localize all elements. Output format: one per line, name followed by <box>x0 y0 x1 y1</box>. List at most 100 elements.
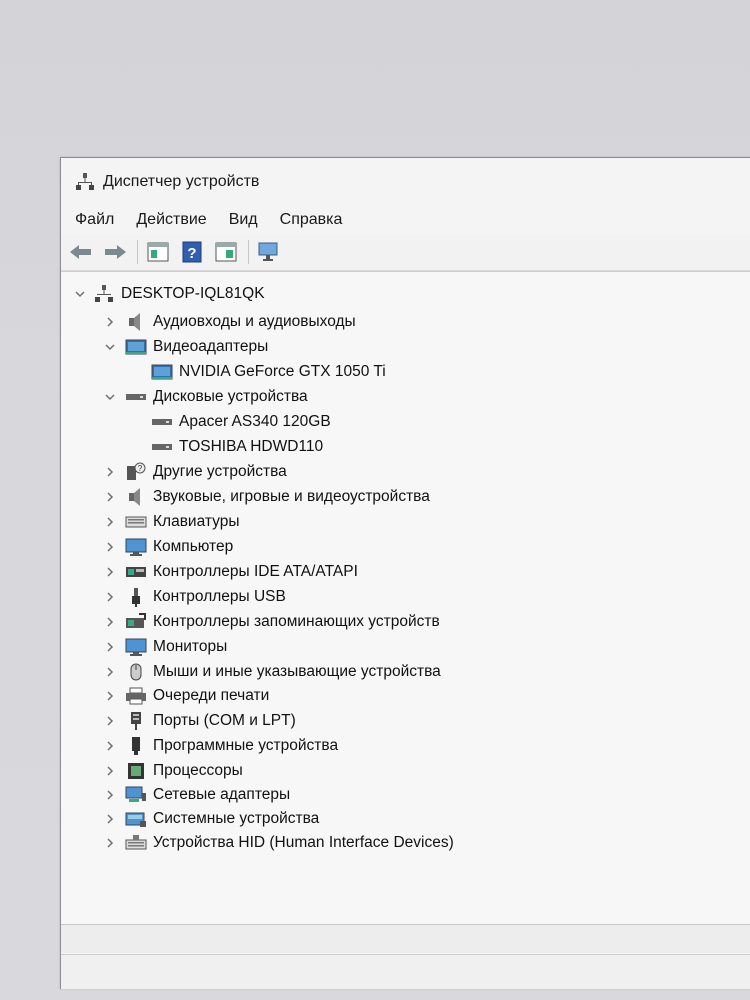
chevron-right-icon[interactable] <box>103 665 117 679</box>
tree-item-label: Клавиатуры <box>153 513 240 530</box>
tree-item-hid[interactable]: Устройства HID (Human Interface Devices) <box>103 831 454 855</box>
tree-item-display-adapters[interactable]: Видеоадаптеры <box>103 335 268 359</box>
tree-child-label: NVIDIA GeForce GTX 1050 Ti <box>179 363 386 380</box>
chevron-right-icon[interactable] <box>103 490 117 504</box>
display-adapter-icon <box>151 362 173 382</box>
chevron-right-icon[interactable] <box>103 565 117 579</box>
chevron-right-icon[interactable] <box>103 590 117 604</box>
tree-item-sound-devices[interactable]: Звуковые, игровые и видеоустройства <box>103 485 430 509</box>
processor-icon <box>125 761 147 781</box>
tree-item-keyboards[interactable]: Клавиатуры <box>103 510 239 534</box>
menu-view[interactable]: Вид <box>229 211 258 229</box>
title-bar: Диспетчер устройств <box>61 158 750 206</box>
tree-root-label: DESKTOP-IQL81QK <box>121 285 265 302</box>
tree-item-label: Компьютер <box>153 538 234 555</box>
tree-child-disk-1[interactable]: Apacer AS340 120GB <box>151 410 331 434</box>
computer-root-icon <box>93 284 115 304</box>
storage-controller-icon <box>125 612 147 632</box>
tree-item-label: Другие устройства <box>153 463 287 480</box>
computer-icon <box>125 537 147 557</box>
menu-file[interactable]: Файл <box>75 211 114 229</box>
chevron-right-icon[interactable] <box>103 714 117 728</box>
tree-item-disk-drives[interactable]: Дисковые устройства <box>103 385 308 409</box>
tree-item-label: Контроллеры USB <box>153 588 286 605</box>
chevron-right-icon[interactable] <box>103 764 117 778</box>
tree-child-gpu[interactable]: NVIDIA GeForce GTX 1050 Ti <box>151 360 386 384</box>
tree-item-label: Системные устройства <box>153 810 320 827</box>
unknown-device-icon: ? <box>125 462 147 482</box>
tree-item-processors[interactable]: Процессоры <box>103 759 243 783</box>
hid-icon <box>125 833 147 853</box>
tree-item-label: Порты (COM и LPT) <box>153 712 296 729</box>
chevron-right-icon[interactable] <box>103 465 117 479</box>
update-driver-icon <box>215 242 237 262</box>
tree-item-print-queues[interactable]: Очереди печати <box>103 684 269 708</box>
toolbar-separator <box>137 240 138 264</box>
tree-item-network-adapters[interactable]: Сетевые адаптеры <box>103 783 290 807</box>
chevron-down-icon[interactable] <box>73 287 87 301</box>
chevron-down-icon[interactable] <box>103 390 117 404</box>
tree-child-label: Apacer AS340 120GB <box>179 413 331 430</box>
window-title: Диспетчер устройств <box>103 173 260 190</box>
disk-drive-icon <box>125 387 147 407</box>
tree-root-node[interactable]: DESKTOP-IQL81QK <box>73 282 265 306</box>
update-driver-button[interactable] <box>212 238 240 266</box>
chevron-right-icon[interactable] <box>103 315 117 329</box>
tree-item-label: Мыши и иные указывающие устройства <box>153 663 441 680</box>
chevron-right-icon[interactable] <box>103 640 117 654</box>
tree-child-label: TOSHIBA HDWD110 <box>179 438 324 455</box>
monitor-icon <box>125 637 147 657</box>
tree-item-software-devices[interactable]: Программные устройства <box>103 734 338 758</box>
svg-text:?: ? <box>138 464 143 473</box>
tree-item-mice[interactable]: Мыши и иные указывающие устройства <box>103 660 441 684</box>
properties-icon <box>147 242 169 262</box>
tree-item-label: Очереди печати <box>153 687 270 704</box>
back-button[interactable] <box>67 238 95 266</box>
tree-item-monitors[interactable]: Мониторы <box>103 635 227 659</box>
port-icon <box>125 711 147 731</box>
menu-bar: Файл Действие Вид Справка <box>61 206 750 234</box>
toolbar-separator <box>248 240 249 264</box>
tree-item-label: Контроллеры IDE ATA/ATAPI <box>153 563 358 580</box>
system-device-icon <box>125 809 147 829</box>
tree-item-audio-io[interactable]: Аудиовходы и аудиовыходы <box>103 310 356 334</box>
forward-button[interactable] <box>101 238 129 266</box>
chevron-right-icon[interactable] <box>103 739 117 753</box>
back-icon <box>70 245 91 259</box>
help-button[interactable]: ? <box>178 238 206 266</box>
horizontal-scrollbar-area <box>61 924 750 953</box>
tree-child-disk-2[interactable]: TOSHIBA HDWD110 <box>151 435 323 459</box>
device-tree: DESKTOP-IQL81QK Аудиовходы и аудиовыходы… <box>61 271 750 932</box>
chevron-right-icon[interactable] <box>103 812 117 826</box>
tree-item-label: Мониторы <box>153 638 228 655</box>
properties-button[interactable] <box>144 238 172 266</box>
scan-hardware-button[interactable] <box>255 238 283 266</box>
chevron-down-icon[interactable] <box>103 340 117 354</box>
tree-item-storage-controllers[interactable]: Контроллеры запоминающих устройств <box>103 610 440 634</box>
status-bar <box>61 954 750 989</box>
chevron-right-icon[interactable] <box>103 540 117 554</box>
tree-item-label: Программные устройства <box>153 737 339 754</box>
device-manager-app-icon <box>76 173 94 190</box>
software-device-icon <box>125 736 147 756</box>
disk-drive-icon <box>151 437 173 457</box>
tree-item-ports[interactable]: Порты (COM и LPT) <box>103 709 296 733</box>
speaker-icon <box>125 487 147 507</box>
keyboard-icon <box>125 512 147 532</box>
tree-item-label: Сетевые адаптеры <box>153 786 291 803</box>
chevron-right-icon[interactable] <box>103 836 117 850</box>
tree-item-computer[interactable]: Компьютер <box>103 535 233 559</box>
tree-item-system-devices[interactable]: Системные устройства <box>103 807 319 831</box>
scan-hardware-icon <box>258 242 278 261</box>
menu-help[interactable]: Справка <box>280 211 343 229</box>
menu-action[interactable]: Действие <box>136 211 206 229</box>
tree-item-usb-controllers[interactable]: Контроллеры USB <box>103 585 286 609</box>
tree-item-label: Контроллеры запоминающих устройств <box>153 613 440 630</box>
tree-item-label: Дисковые устройства <box>153 388 308 405</box>
chevron-right-icon[interactable] <box>103 788 117 802</box>
chevron-right-icon[interactable] <box>103 515 117 529</box>
chevron-right-icon[interactable] <box>103 615 117 629</box>
tree-item-other-devices[interactable]: ? Другие устройства <box>103 460 287 484</box>
tree-item-ide-controllers[interactable]: Контроллеры IDE ATA/ATAPI <box>103 560 358 584</box>
chevron-right-icon[interactable] <box>103 689 117 703</box>
